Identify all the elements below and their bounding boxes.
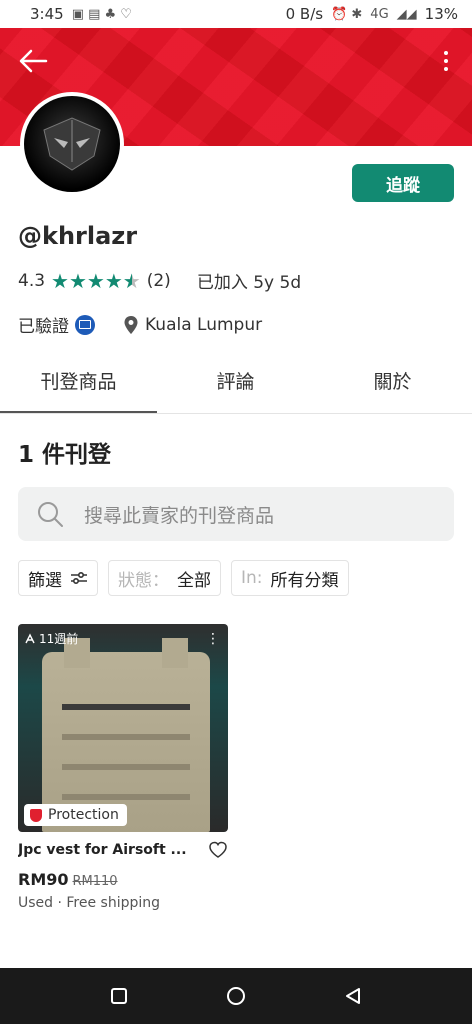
time-ago: 11週前 [39, 632, 79, 646]
arrow-left-icon [19, 49, 48, 73]
username: @khrlazr [18, 222, 138, 250]
battery-level: 13% [424, 5, 458, 23]
rating-row[interactable]: 4.3 ★ ★ ★ ★ ★ (2) 已加入 5y 5d [18, 268, 302, 294]
avatar-image [24, 96, 120, 192]
listing-price: RM90 [18, 870, 69, 889]
profile-tabs: 刊登商品 評論 關於 [0, 360, 472, 414]
recents-button[interactable] [105, 982, 133, 1010]
tab-reviews[interactable]: 評論 [157, 360, 314, 413]
helmet-graphic [43, 117, 101, 171]
signal-icon: ◢◢ [396, 6, 417, 22]
back-button[interactable] [16, 46, 50, 76]
heart-icon[interactable] [208, 840, 228, 860]
half-star-icon: ★ [122, 268, 141, 293]
system-nav-bar [0, 968, 472, 1024]
star-icon: ★ [68, 268, 87, 293]
status-bar: 3:45 ▣ ▤ ♣ ♡ 0 B/s ⏰ ✱ 4G ◢◢ 13% [0, 0, 472, 28]
rating-count: (2) [146, 270, 171, 291]
follow-button[interactable]: 追蹤 [352, 164, 454, 202]
verification-row: 已驗證 Kuala Lumpur [18, 312, 262, 337]
listing-image[interactable]: 11週前 ⋮ Protection [18, 624, 228, 832]
circle-icon [226, 987, 245, 1005]
filter-button[interactable]: 篩選 [18, 560, 98, 596]
clock: 3:45 [30, 5, 64, 23]
listing-meta: Used · Free shipping [18, 895, 161, 911]
joined-duration: 已加入 5y 5d [196, 273, 302, 293]
category-filter-value: 所有分類 [270, 570, 339, 591]
location-pin-icon [124, 315, 138, 334]
status-filter-key: 狀態： [118, 570, 169, 591]
home-button[interactable] [222, 982, 250, 1010]
bump-icon [25, 632, 35, 643]
filter-label: 篩選 [28, 570, 62, 591]
protection-label: Protection [48, 807, 119, 823]
system-icons: ⏰ ✱ [331, 6, 363, 22]
listing-time: 11週前 [24, 630, 78, 647]
category-filter[interactable]: In: 所有分類 [231, 560, 349, 596]
status-filter-value: 全部 [177, 570, 211, 591]
search-placeholder: 搜尋此賣家的刊登商品 [84, 504, 275, 527]
status-filter[interactable]: 狀態： 全部 [108, 560, 221, 596]
net-speed: 0 B/s [285, 5, 324, 23]
search-input[interactable]: 搜尋此賣家的刊登商品 [18, 487, 454, 541]
sliders-icon [71, 571, 87, 585]
more-vertical-icon [444, 51, 448, 55]
star-icon: ★ [51, 268, 69, 293]
triangle-back-icon [346, 988, 361, 1004]
search-icon [38, 502, 63, 527]
verified-label: 已驗證 [18, 317, 69, 337]
listing-card[interactable]: 11週前 ⋮ Protection Jpc vest for Airsoft .… [18, 624, 228, 911]
listing-more-icon[interactable]: ⋮ [206, 632, 220, 646]
notification-icons: ▣ ▤ ♣ ♡ [71, 6, 132, 22]
star-icon: ★ [86, 268, 105, 293]
filter-bar: 篩選 狀態： 全部 In: 所有分類 [18, 560, 349, 596]
tab-about[interactable]: 關於 [314, 360, 471, 413]
protection-badge: Protection [24, 804, 127, 826]
tab-listings[interactable]: 刊登商品 [0, 360, 157, 413]
listing-title[interactable]: Jpc vest for Airsoft ... [18, 842, 198, 858]
email-verified-icon [75, 314, 95, 335]
shield-icon [30, 808, 42, 822]
location-text: Kuala Lumpur [145, 314, 263, 335]
rating-stars: ★ ★ ★ ★ ★ [51, 271, 141, 291]
back-nav-button[interactable] [339, 982, 367, 1010]
avatar[interactable] [20, 92, 124, 196]
rating-score: 4.3 [18, 270, 46, 291]
network-label: 4G [370, 6, 389, 22]
listing-old-price: RM110 [72, 874, 118, 889]
category-filter-key: In: [241, 568, 263, 588]
square-icon [110, 988, 127, 1004]
star-icon: ★ [104, 268, 123, 293]
more-options-button[interactable] [438, 46, 454, 76]
listings-count-title: 1 件刊登 [18, 442, 112, 468]
